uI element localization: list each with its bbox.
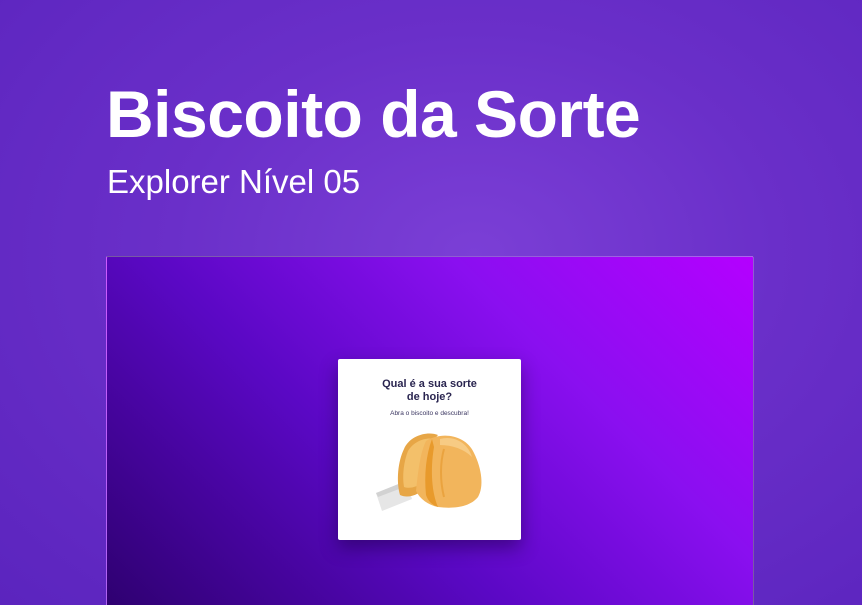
fortune-cookie-button[interactable] xyxy=(374,429,486,515)
page-title: Biscoito da Sorte xyxy=(106,77,641,151)
fortune-cookie-icon xyxy=(376,433,482,511)
page-subtitle: Explorer Nível 05 xyxy=(107,163,361,200)
card-heading: Qual é a sua sorte de hoje? xyxy=(338,378,521,404)
card-hint: Abra o biscoito e descubra! xyxy=(390,410,469,417)
card-heading-line-2: de hoje? xyxy=(406,391,453,403)
card-heading-line-1: Qual é a sua sorte xyxy=(382,378,477,390)
fortune-card: Qual é a sua sorte de hoje? Abra o bisco… xyxy=(338,359,521,540)
